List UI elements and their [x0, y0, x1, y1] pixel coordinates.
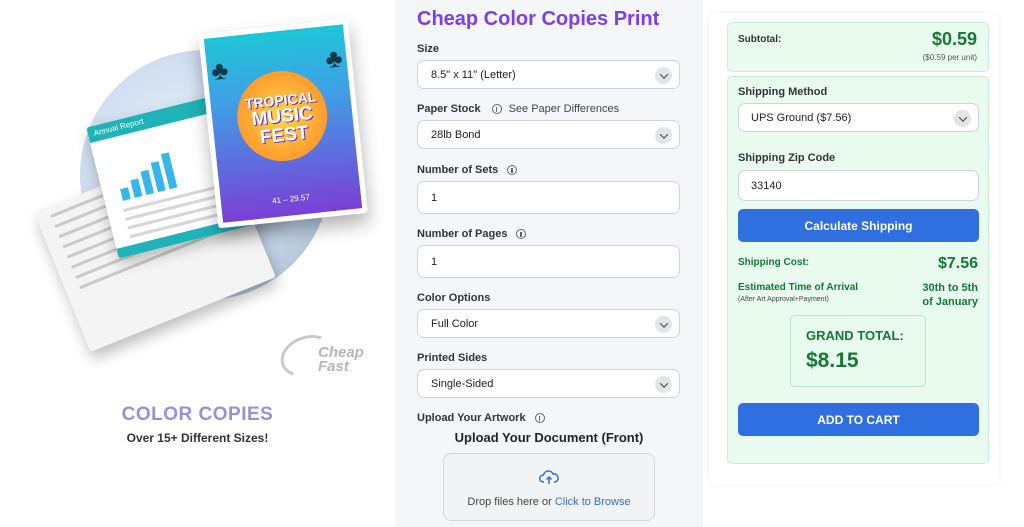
upload-artwork-label: Upload Your Artwork	[417, 412, 545, 424]
sets-input[interactable]: 1	[417, 181, 680, 214]
info-icon[interactable]	[534, 413, 545, 423]
music-fest-poster: ♣ ♣ TROPICAL MUSIC FEST 41 – 29.57	[198, 18, 368, 229]
product-title: COLOR COPIES	[121, 404, 274, 425]
shipping-method-select[interactable]: UPS Ground ($7.56)	[738, 103, 979, 132]
subtotal-box: Subtotal: $0.59 ($0.59 per unit)	[727, 22, 989, 72]
poster-date: 41 – 29.57	[271, 192, 311, 206]
shipping-method-label: Shipping Method	[738, 86, 828, 98]
info-icon[interactable]	[516, 229, 527, 239]
chevron-down-icon	[655, 67, 672, 84]
chevron-down-icon	[655, 127, 672, 144]
drop-text: Drop files here or	[467, 496, 555, 508]
file-dropzone[interactable]: Drop files here or Click to Browse	[443, 453, 655, 521]
color-options-label: Color Options	[417, 292, 491, 304]
order-summary: Subtotal: $0.59 ($0.59 per unit) Shippin…	[709, 13, 999, 485]
zip-code-input[interactable]: 33140	[738, 170, 979, 201]
palm-tree-icon: ♣	[209, 54, 230, 87]
printed-sides-label: Printed Sides	[417, 352, 488, 364]
chevron-down-icon	[655, 316, 672, 333]
shipping-box: Shipping Method UPS Ground ($7.56) Shipp…	[727, 76, 989, 464]
product-page: Annual Report ♣ ♣ TROPICAL MUSIC FEST 41…	[0, 0, 1024, 527]
size-label: Size	[417, 43, 440, 55]
eta-label: Estimated Time of Arrival	[738, 282, 859, 293]
chevron-down-icon	[954, 110, 971, 127]
info-icon[interactable]	[491, 104, 502, 114]
paper-stock-label: Paper Stock See Paper Differences	[417, 103, 620, 115]
product-image: Annual Report ♣ ♣ TROPICAL MUSIC FEST 41…	[34, 18, 370, 380]
pages-label: Number of Pages	[417, 228, 527, 240]
eta-value: 30th to 5th of January	[922, 282, 978, 309]
chevron-down-icon	[655, 376, 672, 393]
palm-tree-icon: ♣	[323, 42, 344, 75]
grand-total-label: GRAND TOTAL:	[806, 328, 904, 343]
grand-total-box: GRAND TOTAL: $8.15	[790, 315, 926, 387]
zip-code-label: Shipping Zip Code	[738, 152, 836, 164]
printed-sides-select[interactable]: Single-Sided	[417, 369, 680, 398]
product-subtitle: Over 15+ Different Sizes!	[126, 431, 269, 445]
color-options-select[interactable]: Full Color	[417, 309, 680, 338]
form-title: Cheap Color Copies Print	[417, 8, 660, 30]
upload-title: Upload Your Document (Front)	[454, 430, 644, 445]
cloud-upload-icon	[539, 470, 559, 484]
add-to-cart-button[interactable]: ADD TO CART	[738, 403, 979, 436]
sets-label: Number of Sets	[417, 164, 518, 176]
paper-stock-select[interactable]: 28lb Bond	[417, 120, 680, 149]
order-form: Cheap Color Copies Print Size 8.5" x 11"…	[395, 0, 703, 527]
browse-link[interactable]: Click to Browse	[555, 496, 631, 508]
brand-watermark: Cheap Fast	[274, 327, 390, 385]
subtotal-price: $0.59	[931, 29, 977, 49]
per-unit-price: ($0.59 per unit)	[922, 53, 977, 62]
shipping-cost-value: $7.56	[937, 255, 978, 272]
see-paper-differences-link[interactable]: See Paper Differences	[509, 103, 619, 115]
product-showcase: Annual Report ♣ ♣ TROPICAL MUSIC FEST 41…	[0, 0, 395, 527]
pages-input[interactable]: 1	[417, 245, 680, 278]
eta-note: (After Art Approval+Payment)	[738, 296, 829, 303]
shipping-cost-label: Shipping Cost:	[738, 257, 810, 268]
subtotal-label: Subtotal:	[738, 34, 782, 45]
info-icon[interactable]	[507, 165, 518, 175]
size-select[interactable]: 8.5" x 11" (Letter)	[417, 60, 680, 89]
grand-total-value: $8.15	[806, 349, 859, 372]
calculate-shipping-button[interactable]: Calculate Shipping	[738, 209, 979, 242]
